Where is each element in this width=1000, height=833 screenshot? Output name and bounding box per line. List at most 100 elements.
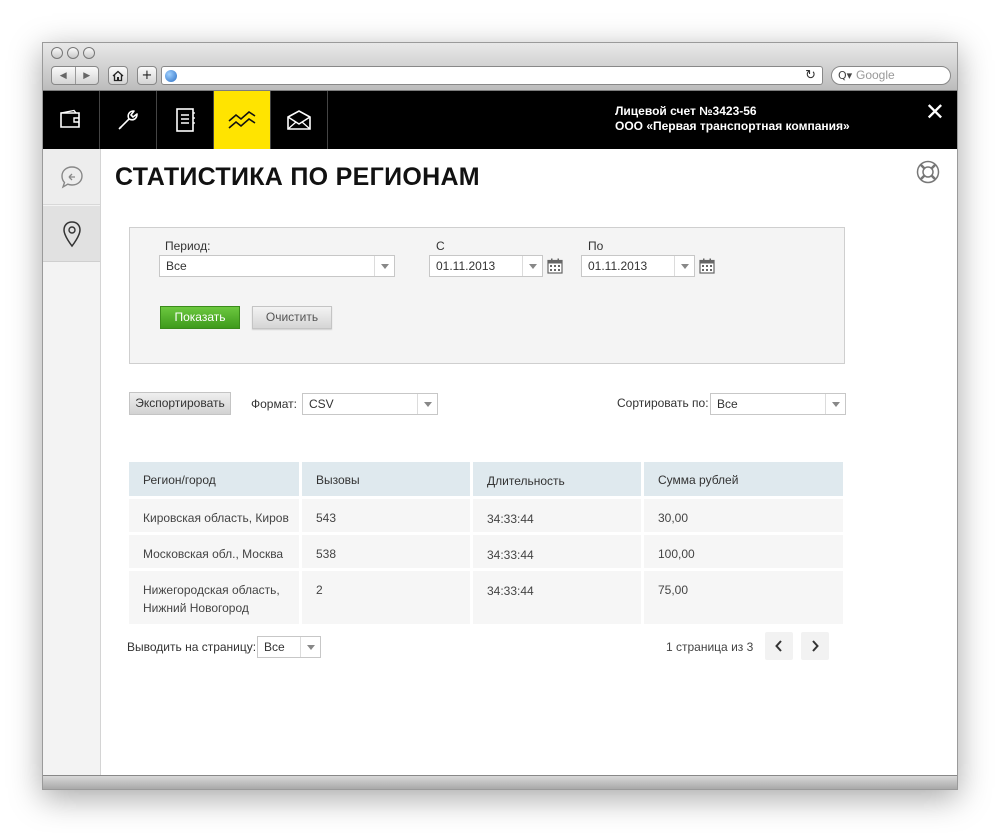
show-button[interactable]: Показать: [160, 306, 240, 329]
cell-duration: 34:33:44: [473, 571, 641, 624]
envelope-icon: [287, 110, 311, 130]
app-topbar: Лицевой счет №3423-56 ООО «Первая трансп…: [43, 91, 957, 149]
search-placeholder: Google: [856, 68, 895, 82]
period-select[interactable]: Все: [159, 255, 395, 277]
sort-value: Все: [717, 397, 738, 411]
window-close-button[interactable]: [51, 47, 63, 59]
search-icon: Q▾: [838, 69, 853, 82]
table-row: Нижегородская область, Нижний Новогород …: [129, 571, 843, 624]
new-tab-button[interactable]: +: [137, 66, 157, 85]
history-nav: ◀ ▶: [51, 66, 99, 85]
next-page-button[interactable]: [801, 632, 829, 660]
per-page-select[interactable]: Все: [257, 636, 321, 658]
chevron-down-icon: [522, 256, 542, 276]
page-title: СТАТИСТИКА ПО РЕГИОНАМ: [115, 163, 480, 191]
format-label: Формат:: [251, 397, 297, 411]
regions-table: Регион/город Вызовы Длительность Сумма р…: [129, 462, 843, 624]
prev-page-button[interactable]: [765, 632, 793, 660]
sort-select[interactable]: Все: [710, 393, 846, 415]
export-button[interactable]: Экспортировать: [129, 392, 231, 415]
format-value: CSV: [309, 397, 334, 411]
date-from-value: 01.11.2013: [436, 259, 496, 273]
main-content: СТАТИСТИКА ПО РЕГИОНАМ Период: Все С 01.…: [101, 149, 957, 777]
wallet-icon: [60, 109, 80, 128]
table-row: Московская обл., Москва 538 34:33:44 100…: [129, 535, 843, 568]
per-page-value: Все: [264, 640, 285, 654]
back-button[interactable]: ◀: [52, 67, 76, 84]
globe-icon: [165, 70, 177, 82]
tool-messages[interactable]: [271, 91, 328, 149]
cell-calls: 538: [302, 535, 470, 568]
home-icon: [112, 70, 124, 82]
chevron-down-icon: [374, 256, 394, 276]
column-header-duration[interactable]: Длительность: [473, 462, 641, 496]
tool-documents[interactable]: [157, 91, 214, 149]
column-header-calls[interactable]: Вызовы: [302, 462, 470, 496]
chevron-down-icon: [674, 256, 694, 276]
cell-calls: 2: [302, 571, 470, 624]
chevron-down-icon: [300, 637, 320, 657]
period-label: Период:: [165, 239, 211, 253]
window-status-bar: [43, 775, 957, 789]
cell-region-line1: Нижегородская область,: [143, 583, 280, 597]
notebook-icon: [176, 108, 195, 132]
chevron-left-icon: [775, 640, 782, 652]
date-to-field[interactable]: 01.11.2013: [581, 255, 695, 277]
cell-duration: 34:33:44: [473, 535, 641, 568]
window-minimize-button[interactable]: [67, 47, 79, 59]
close-app-button[interactable]: ✕: [925, 99, 945, 125]
cell-duration: 34:33:44: [473, 499, 641, 532]
wrench-icon: [118, 110, 138, 130]
cell-region-line2: Нижний Новогород: [143, 601, 249, 615]
chevron-right-icon: [812, 640, 819, 652]
cell-calls: 543: [302, 499, 470, 532]
lifebuoy-icon: [916, 160, 940, 184]
chart-line-icon: [228, 110, 256, 129]
cell-region: Нижегородская область, Нижний Новогород: [129, 571, 299, 624]
url-bar[interactable]: ↻: [161, 66, 823, 85]
clear-button[interactable]: Очистить: [252, 306, 332, 329]
column-header-region[interactable]: Регион/город: [129, 462, 299, 496]
filter-panel: Период: Все С 01.11.2013 По 01.11.2013 П…: [129, 227, 845, 364]
map-pin-icon: [62, 220, 81, 247]
date-from-label: С: [436, 239, 445, 253]
column-header-sum[interactable]: Сумма рублей: [644, 462, 843, 496]
forward-button[interactable]: ▶: [76, 67, 99, 84]
reload-button[interactable]: ↻: [805, 67, 816, 84]
window-zoom-button[interactable]: [83, 47, 95, 59]
cell-sum: 100,00: [644, 535, 843, 568]
page-info: 1 страница из 3: [666, 640, 754, 654]
cell-region: Кировская область, Киров: [129, 499, 299, 532]
date-to-label: По: [588, 239, 604, 253]
table-header-row: Регион/город Вызовы Длительность Сумма р…: [129, 462, 843, 496]
cell-sum: 30,00: [644, 499, 843, 532]
chat-bubble-icon: [60, 165, 83, 189]
account-info: Лицевой счет №3423-56 ООО «Первая трансп…: [615, 104, 850, 134]
help-button[interactable]: [915, 159, 941, 188]
browser-window: ◀ ▶ + ↻ Q▾ Google Лицевой счет №3423-56 …: [42, 42, 958, 790]
sidebar-item-chat[interactable]: [43, 149, 100, 205]
cell-region: Московская обл., Москва: [129, 535, 299, 568]
calendar-icon[interactable]: [699, 258, 715, 274]
tool-settings[interactable]: [100, 91, 157, 149]
chevron-down-icon: [417, 394, 437, 414]
left-sidebar: [43, 149, 101, 777]
account-number: Лицевой счет №3423-56: [615, 104, 757, 118]
per-page-label: Выводить на страницу:: [127, 640, 257, 654]
tool-wallet[interactable]: [43, 91, 100, 149]
table-row: Кировская область, Киров 543 34:33:44 30…: [129, 499, 843, 532]
sort-label: Сортировать по:: [617, 396, 709, 410]
home-button[interactable]: [108, 66, 128, 85]
tool-statistics[interactable]: [214, 91, 271, 149]
browser-toolbar: ◀ ▶ + ↻ Q▾ Google: [43, 43, 957, 91]
format-select[interactable]: CSV: [302, 393, 438, 415]
search-field[interactable]: Q▾ Google: [831, 66, 951, 85]
date-to-value: 01.11.2013: [588, 259, 648, 273]
calendar-icon[interactable]: [547, 258, 563, 274]
date-from-field[interactable]: 01.11.2013: [429, 255, 543, 277]
company-name: ООО «Первая транспортная компания»: [615, 119, 850, 133]
period-value: Все: [166, 259, 187, 273]
sidebar-item-regions[interactable]: [43, 206, 100, 262]
cell-sum: 75,00: [644, 571, 843, 624]
chevron-down-icon: [825, 394, 845, 414]
